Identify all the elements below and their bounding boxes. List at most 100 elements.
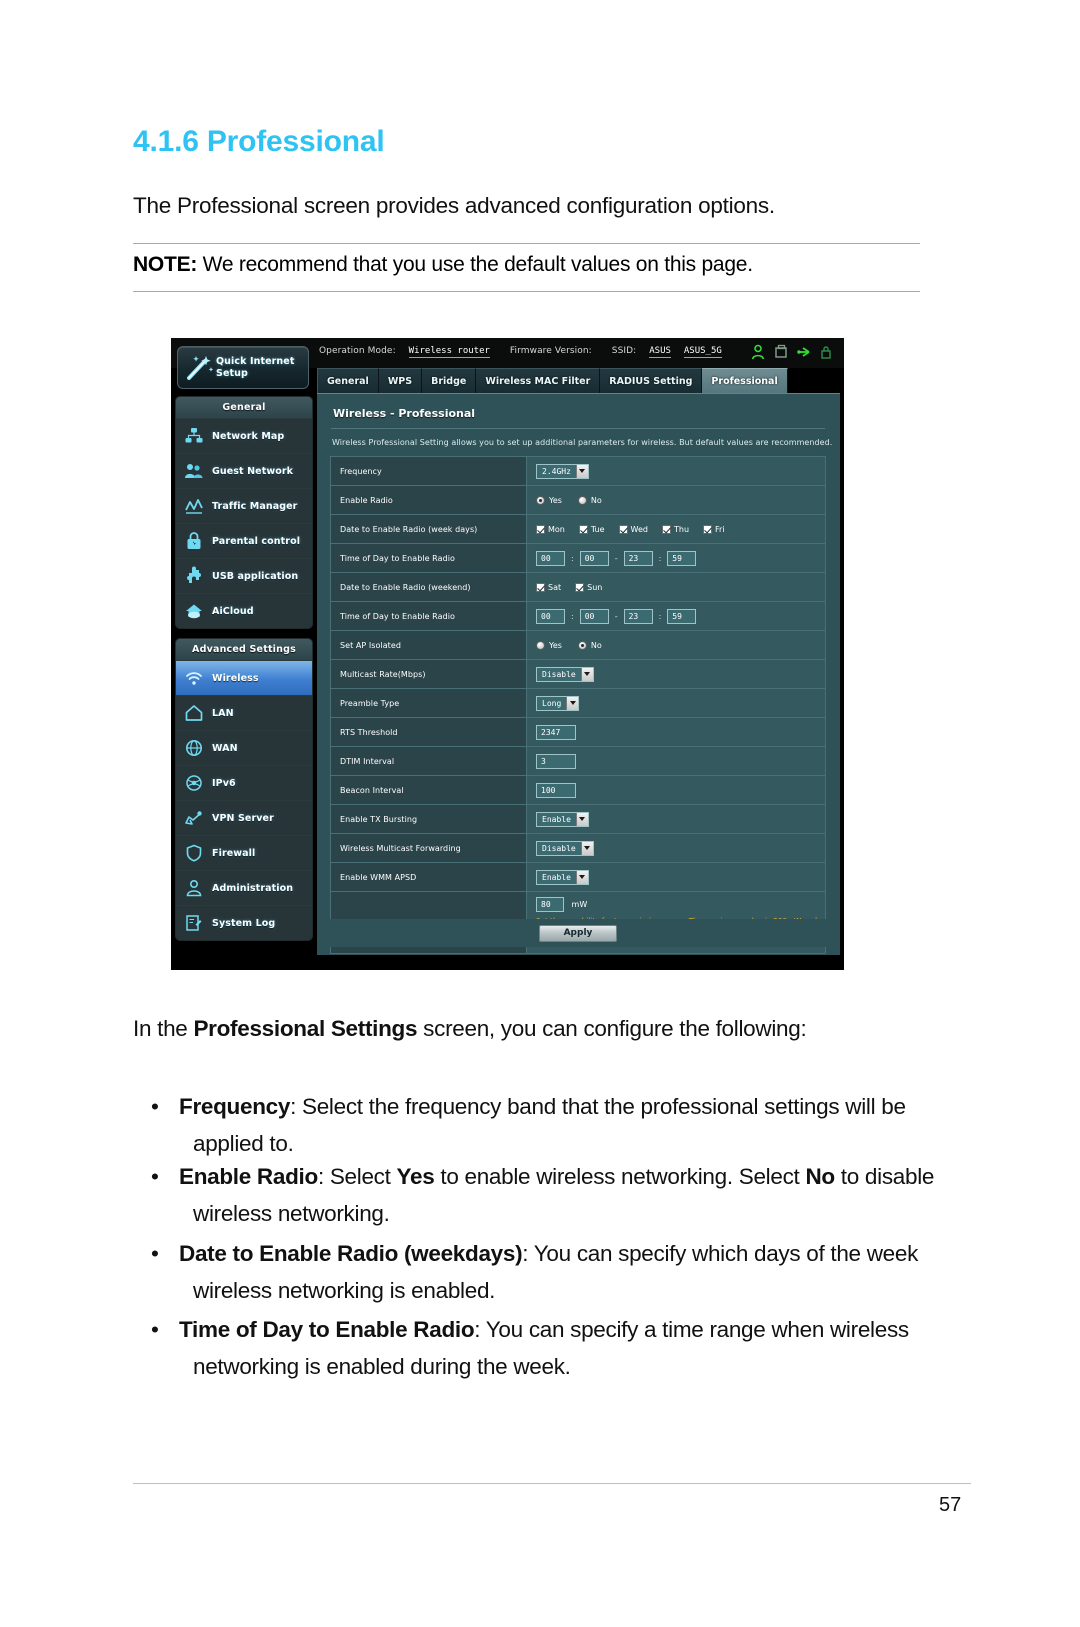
sidebar-item-aicloud[interactable]: AiCloud — [176, 593, 312, 628]
frequency-select[interactable]: 2.4GHz — [536, 463, 589, 479]
quick-setup-line2: Setup — [216, 367, 248, 379]
apply-button[interactable]: Apply — [539, 924, 617, 942]
tx-power-unit: mW — [571, 900, 588, 909]
panel-description: Wireless Professional Setting allows you… — [332, 438, 833, 447]
sidebar-item-traffic-manager[interactable]: Traffic Manager — [176, 488, 312, 523]
sidebar-item-usb-application[interactable]: USB application — [176, 558, 312, 593]
value-time-weekdays: 00 : 00 - 23 : 59 — [527, 544, 825, 572]
sidebar-label-traffic-manager: Traffic Manager — [212, 500, 298, 512]
enable-radio-yes-option[interactable]: Yes — [536, 495, 562, 505]
checkbox-sun[interactable]: Sun — [575, 582, 603, 592]
sidebar-item-network-map[interactable]: Network Map — [176, 418, 312, 453]
note-rule-bottom — [133, 291, 920, 292]
sidebar-item-firewall[interactable]: Firewall — [176, 835, 312, 870]
ap-isolated-yes-option[interactable]: Yes — [536, 640, 562, 650]
multicast-rate-select[interactable]: Disable — [536, 666, 594, 682]
label-beacon-interval: Beacon Interval — [331, 776, 527, 804]
chevron-down-icon — [580, 841, 593, 855]
value-tx-bursting: Enable — [527, 805, 825, 833]
tx-bursting-select[interactable]: Enable — [536, 811, 589, 827]
value-multicast-forwarding: Disable — [527, 834, 825, 862]
weekend-end-minute-input[interactable]: 59 — [667, 608, 697, 624]
sidebar-item-lan[interactable]: LAN — [176, 695, 312, 730]
weekday-start-hour-input[interactable]: 00 — [536, 550, 565, 566]
sidebar-item-administration[interactable]: Administration — [176, 870, 312, 905]
printer-icon[interactable] — [774, 344, 788, 360]
tab-professional[interactable]: Professional — [702, 368, 788, 393]
preamble-type-select[interactable]: Long — [536, 695, 580, 711]
tab-general[interactable]: General — [317, 368, 379, 393]
checkbox-icon — [618, 524, 628, 534]
sidebar-item-guest-network[interactable]: Guest Network — [176, 453, 312, 488]
time-colon-1: : — [571, 553, 574, 563]
ap-isolated-no-option[interactable]: No — [577, 640, 602, 650]
checkbox-thu-label: Thu — [674, 524, 690, 534]
label-date-weekdays: Date to Enable Radio (week days) — [331, 515, 527, 543]
tab-wireless-mac-filter[interactable]: Wireless MAC Filter — [476, 368, 601, 393]
ssid-value-5g[interactable]: ASUS_5G — [683, 346, 722, 358]
tab-bridge[interactable]: Bridge — [422, 368, 477, 393]
tx-power-input[interactable]: 80 — [536, 897, 564, 912]
beacon-interval-input[interactable]: 100 — [536, 782, 576, 798]
ap-isolated-no-label: No — [590, 640, 602, 650]
weekday-start-minute-input[interactable]: 00 — [579, 550, 609, 566]
para-intro-after: screen, you can configure the following: — [417, 1016, 807, 1041]
checkbox-mon[interactable]: Mon — [536, 524, 565, 534]
sidebar-item-parental-control[interactable]: Parental control — [176, 523, 312, 558]
weekend-start-hour-input[interactable]: 00 — [536, 608, 565, 624]
rts-threshold-input[interactable]: 2347 — [536, 724, 576, 740]
checkbox-icon — [536, 582, 545, 592]
row-time-weekend: Time of Day to Enable Radio 00 : 00 - 23… — [331, 602, 826, 631]
weekend-start-minute-input[interactable]: 00 — [579, 608, 609, 624]
weekend-end-hour-input[interactable]: 23 — [623, 608, 653, 624]
home-icon — [184, 703, 204, 723]
time-colon-2: : — [658, 611, 662, 621]
sidebar-label-usb-application: USB application — [212, 570, 299, 582]
sidebar-item-vpn-server[interactable]: VPN Server — [176, 800, 312, 835]
checkbox-wed[interactable]: Wed — [618, 524, 648, 534]
user-icon[interactable] — [751, 344, 765, 360]
chevron-down-icon — [575, 812, 588, 826]
checkbox-thu[interactable]: Thu — [662, 524, 690, 534]
checkbox-fri[interactable]: Fri — [703, 524, 725, 534]
tab-radius-setting[interactable]: RADIUS Setting — [600, 368, 703, 393]
label-time-weekdays: Time of Day to Enable Radio — [331, 544, 527, 572]
multicast-forwarding-select[interactable]: Disable — [536, 840, 594, 856]
sidebar-item-ipv6[interactable]: IPv6 — [176, 765, 312, 800]
checkbox-icon — [703, 524, 713, 534]
para-intro-bold: Professional Settings — [193, 1016, 418, 1041]
sidebar-item-system-log[interactable]: System Log — [176, 905, 312, 940]
main-content-panel: Wireless - Professional Wireless Profess… — [317, 393, 840, 955]
sidebar-item-wan[interactable]: WAN — [176, 730, 312, 765]
bullet-enable-radio-bold-no: No — [805, 1164, 835, 1189]
usb-icon[interactable] — [797, 344, 811, 360]
checkbox-sat[interactable]: Sat — [536, 582, 561, 592]
wifi-icon — [184, 668, 204, 688]
label-tx-bursting: Enable TX Bursting — [331, 805, 527, 833]
operation-mode-value[interactable]: Wireless router — [408, 346, 490, 358]
row-tx-bursting: Enable TX Bursting Enable — [331, 805, 826, 834]
checkbox-tue[interactable]: Tue — [578, 524, 605, 534]
enable-radio-yes-label: Yes — [549, 495, 562, 505]
checkbox-tue-label: Tue — [590, 524, 605, 534]
tab-wps[interactable]: WPS — [378, 368, 423, 393]
ssid-value-24g[interactable]: ASUS — [649, 346, 671, 358]
row-frequency: Frequency 2.4GHz — [331, 457, 826, 486]
dtim-interval-input[interactable]: 3 — [536, 753, 576, 769]
value-enable-radio: Yes No — [527, 486, 825, 514]
tab-bar: General WPS Bridge Wireless MAC Filter R… — [317, 368, 788, 393]
weekday-end-minute-input[interactable]: 59 — [667, 550, 697, 566]
sidebar-item-wireless[interactable]: Wireless — [176, 660, 312, 695]
settings-table: Frequency 2.4GHz Enable Radio Yes No Dat… — [330, 456, 826, 954]
checkbox-sun-label: Sun — [587, 582, 603, 592]
ap-isolated-yes-label: Yes — [549, 640, 562, 650]
quick-internet-setup-button[interactable]: Quick Internet Setup — [177, 346, 309, 389]
row-wmm-apsd: Enable WMM APSD Enable — [331, 863, 826, 892]
lock-icon[interactable] — [820, 344, 834, 360]
weekday-end-hour-input[interactable]: 23 — [623, 550, 653, 566]
enable-radio-no-option[interactable]: No — [577, 495, 602, 505]
radio-button-icon — [536, 495, 545, 505]
wmm-apsd-select[interactable]: Enable — [536, 869, 589, 885]
intro-paragraph: The Professional screen provides advance… — [133, 193, 775, 218]
row-enable-radio: Enable Radio Yes No — [331, 486, 826, 515]
